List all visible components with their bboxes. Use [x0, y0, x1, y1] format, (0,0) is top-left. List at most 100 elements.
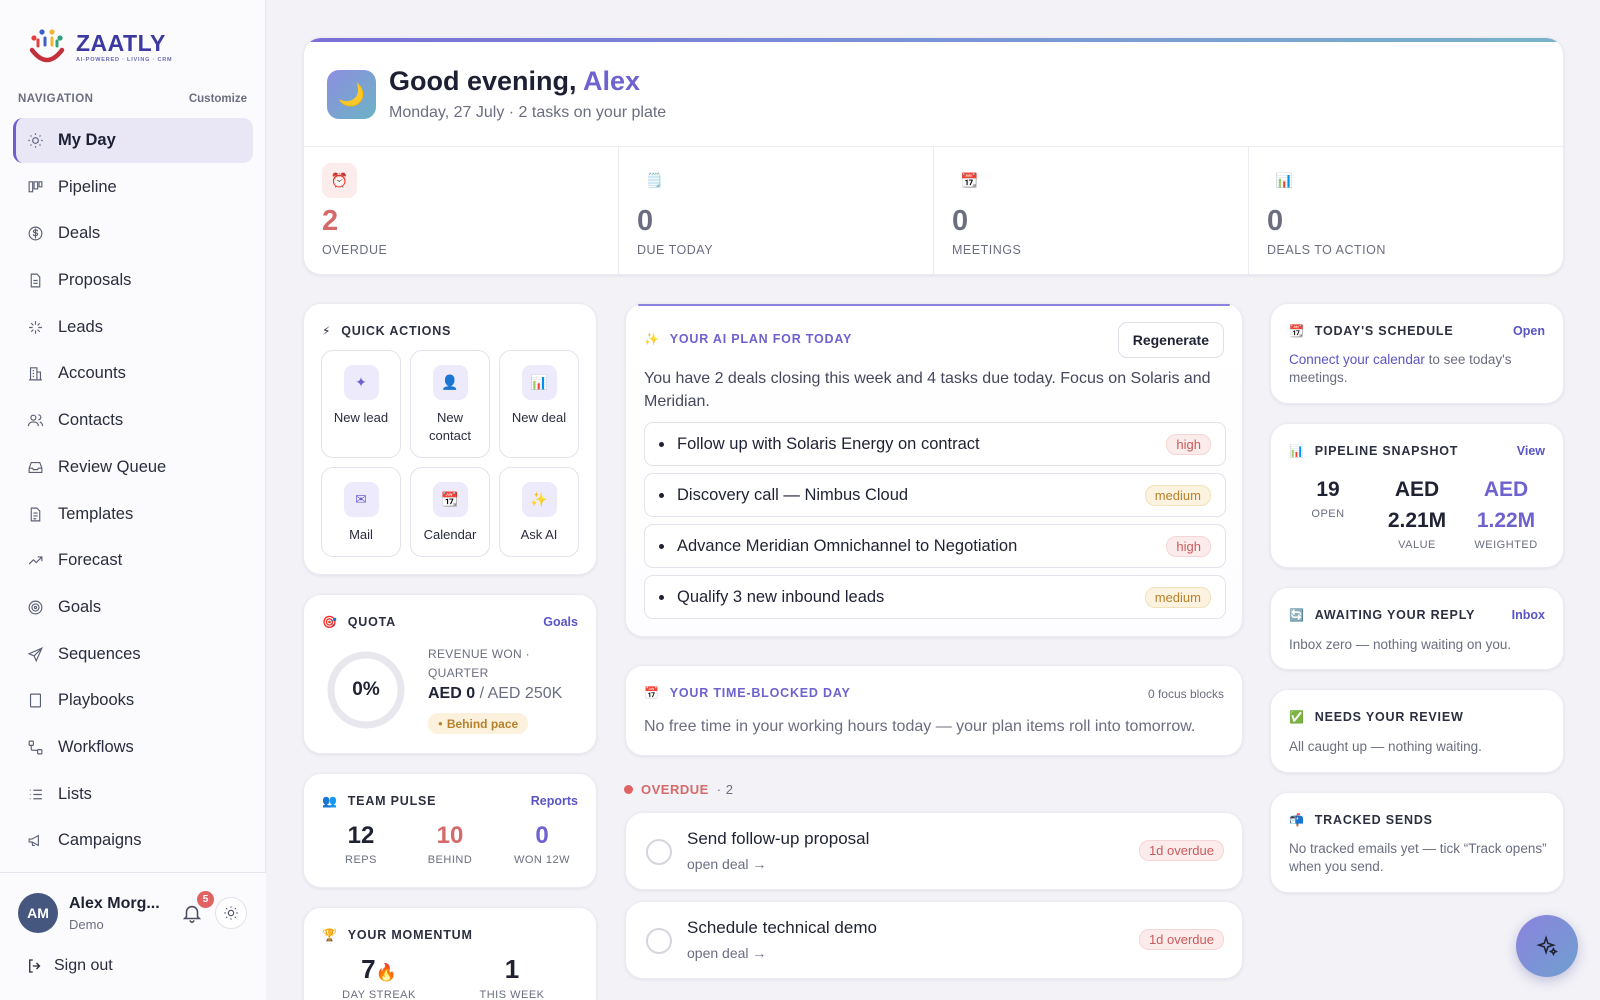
- sidebar-footer: AM Alex Morg... Demo 5 Sign out: [0, 872, 266, 1000]
- stat-value: 0: [637, 205, 654, 237]
- sidebar-item-label: Campaigns: [58, 831, 142, 850]
- theme-toggle-button[interactable]: [215, 897, 247, 929]
- sidebar-item-leads[interactable]: Leads: [13, 305, 253, 350]
- sidebar-item-label: Proposals: [58, 271, 132, 290]
- target-icon: [28, 600, 43, 615]
- mailbox-icon: 📬: [1289, 813, 1305, 827]
- alarm-clock-icon: ⏰: [322, 163, 357, 198]
- new-deal-button[interactable]: 📊 New deal: [499, 350, 579, 458]
- inbox-link[interactable]: Inbox: [1512, 608, 1545, 622]
- mail-button[interactable]: ✉ Mail: [321, 467, 401, 557]
- sidebar-item-contacts[interactable]: Contacts: [13, 398, 253, 443]
- list-item[interactable]: Qualify 3 new inbound leads medium: [644, 575, 1226, 619]
- bar-chart-icon: 📊: [1275, 172, 1294, 188]
- sidebar-item-review-queue[interactable]: Review Queue: [13, 445, 253, 490]
- stat-label: OVERDUE: [322, 243, 388, 257]
- lightning-icon: ⚡: [322, 324, 332, 338]
- ai-plan-title: YOUR AI PLAN FOR TODAY: [669, 332, 853, 346]
- sidebar-item-label: Accounts: [58, 364, 126, 383]
- sidebar-item-sequences[interactable]: Sequences: [13, 632, 253, 677]
- calendar-button[interactable]: 📆 Calendar: [410, 467, 490, 557]
- sidebar-item-accounts[interactable]: Accounts: [13, 351, 253, 396]
- regenerate-button[interactable]: Regenerate: [1117, 322, 1224, 358]
- bar-chart-icon: 📊: [521, 365, 557, 400]
- nav-heading: NAVIGATION: [18, 93, 94, 105]
- sidebar-item-templates[interactable]: Templates: [13, 492, 253, 537]
- status-dot: [624, 785, 633, 794]
- task-checkbox[interactable]: [646, 928, 672, 954]
- sparkle-icon: [29, 320, 42, 334]
- new-contact-button[interactable]: 👤 New contact: [410, 350, 490, 458]
- momentum-title: YOUR MOMENTUM: [347, 928, 473, 942]
- sun-icon: [224, 906, 238, 920]
- dart-icon: 🎯: [322, 615, 338, 629]
- priority-badge: medium: [1144, 484, 1211, 506]
- badge-label: Behind pace: [446, 716, 519, 731]
- metric-value: 1: [504, 954, 520, 984]
- open-schedule-link[interactable]: Open: [1513, 324, 1545, 338]
- sidebar-item-campaigns[interactable]: Campaigns: [13, 818, 253, 863]
- mail-icon: ✉: [343, 482, 379, 517]
- sidebar-item-my-day[interactable]: My Day: [13, 118, 253, 163]
- quota-target: / AED 250K: [479, 685, 563, 702]
- tracked-text: No tracked emails yet — tick “Track open…: [1289, 841, 1547, 874]
- building-icon: [29, 367, 42, 381]
- reports-link[interactable]: Reports: [531, 794, 578, 808]
- sidebar-item-workflows[interactable]: Workflows: [13, 725, 253, 770]
- stat-deals-to-action[interactable]: 📊 0 DEALS TO ACTION: [1249, 147, 1563, 274]
- action-label: Calendar: [423, 527, 477, 542]
- ask-ai-button[interactable]: ✨ Ask AI: [499, 467, 579, 557]
- metric-label: REPS: [345, 854, 377, 866]
- notification-badge: 5: [197, 891, 214, 908]
- overdue-heading: OVERDUE · 2: [624, 782, 733, 797]
- ai-assistant-button[interactable]: [1516, 915, 1578, 977]
- sign-out-button[interactable]: Sign out: [26, 957, 113, 975]
- metric-value: AED 1.22M: [1476, 478, 1536, 532]
- sparkle-icon: ✦: [343, 365, 379, 400]
- avatar[interactable]: AM: [18, 893, 58, 933]
- list-item[interactable]: Discovery call — Nimbus Cloud medium: [644, 473, 1226, 517]
- sidebar-item-pipeline[interactable]: Pipeline: [13, 165, 253, 210]
- review-title: NEEDS YOUR REVIEW: [1314, 710, 1464, 724]
- task-card: Send follow-up proposal open deal → 1d o…: [625, 812, 1243, 890]
- task-title[interactable]: Schedule technical demo: [687, 918, 877, 938]
- sidebar-item-forecast[interactable]: Forecast: [13, 538, 253, 583]
- goals-link[interactable]: Goals: [543, 615, 578, 629]
- new-lead-button[interactable]: ✦ New lead: [321, 350, 401, 458]
- stat-meetings[interactable]: 📆 0 MEETINGS: [934, 147, 1249, 274]
- awaiting-text: Inbox zero — nothing waiting on you.: [1289, 637, 1512, 652]
- metric-value: 0: [535, 822, 549, 849]
- action-label: Ask AI: [520, 527, 558, 542]
- trophy-icon: 🏆: [322, 928, 338, 942]
- task-title[interactable]: Send follow-up proposal: [687, 829, 869, 849]
- sidebar-item-deals[interactable]: Deals: [13, 211, 253, 256]
- calendar-icon: 📅: [644, 686, 660, 700]
- sidebar: ZAATLY AI-POWERED · LIVING · CRM NAVIGAT…: [0, 0, 266, 1000]
- customize-link[interactable]: Customize: [189, 93, 247, 105]
- sidebar-item-playbooks[interactable]: Playbooks: [13, 678, 253, 723]
- stat-overdue[interactable]: ⏰ 2 OVERDUE: [304, 147, 619, 274]
- sidebar-item-goals[interactable]: Goals: [13, 585, 253, 630]
- connect-calendar-link[interactable]: Connect your calendar: [1289, 352, 1425, 367]
- open-deal-link[interactable]: open deal →: [687, 856, 766, 872]
- awaiting-reply-card: 🔄 AWAITING YOUR REPLY Inbox Inbox zero — …: [1270, 587, 1564, 670]
- metric-week: 1 THIS WEEK: [472, 954, 552, 1000]
- stat-due-today[interactable]: 🗒️ 0 DUE TODAY: [619, 147, 934, 274]
- open-deal-link[interactable]: open deal →: [687, 945, 766, 961]
- users-icon: [27, 414, 44, 427]
- app-logo[interactable]: ZAATLY AI-POWERED · LIVING · CRM: [26, 26, 172, 68]
- list-item[interactable]: Follow up with Solaris Energy on contrac…: [644, 422, 1226, 466]
- overdue-badge: 1d overdue: [1138, 840, 1224, 861]
- list-item[interactable]: Advance Meridian Omnichannel to Negotiat…: [644, 524, 1226, 568]
- sidebar-item-lists[interactable]: Lists: [13, 772, 253, 817]
- fire-icon: 🔥: [375, 963, 397, 982]
- metric-value-total: AED 2.21M VALUE: [1377, 474, 1457, 551]
- person-icon: 👤: [432, 365, 468, 400]
- sidebar-item-proposals[interactable]: Proposals: [13, 258, 253, 303]
- priority-badge: high: [1166, 535, 1211, 557]
- sun-icon: [28, 133, 43, 148]
- user-name[interactable]: Alex Morg...: [69, 895, 160, 913]
- stat-value: 0: [952, 205, 969, 237]
- view-pipeline-link[interactable]: View: [1517, 444, 1545, 458]
- task-checkbox[interactable]: [646, 839, 672, 865]
